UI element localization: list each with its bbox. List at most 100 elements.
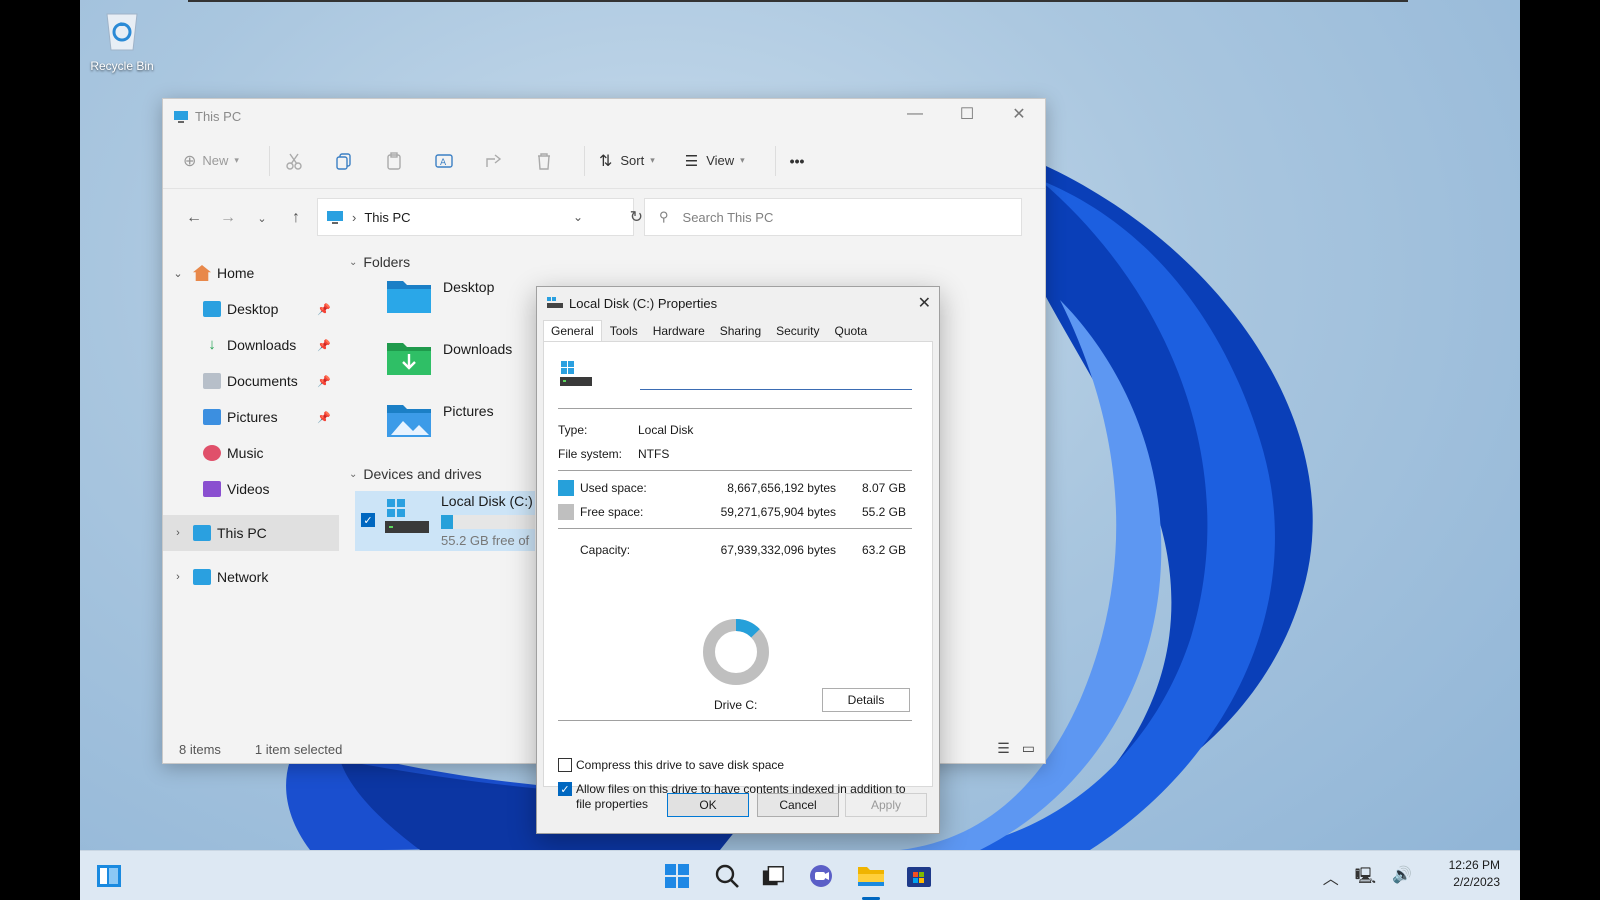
address-dropdown-icon[interactable]: ⌄ (573, 210, 583, 224)
sidebar-item-label: Desktop (227, 301, 279, 317)
close-icon[interactable]: ✕ (918, 293, 931, 313)
recycle-bin[interactable]: Recycle Bin (86, 8, 158, 73)
folder-label: Desktop (443, 279, 495, 295)
free-space-row: Free space: 59,271,675,904 bytes 55.2 GB (558, 502, 912, 522)
drive-usage-fill (441, 515, 454, 529)
more-options-button[interactable]: ••• (790, 153, 805, 169)
selection-checkbox[interactable]: ✓ (361, 513, 375, 527)
show-hidden-icons-chevron-icon[interactable]: ︿ (1323, 865, 1339, 892)
back-arrow-icon[interactable]: ← (177, 209, 211, 227)
compress-checkbox-row[interactable]: Compress this drive to save disk space (558, 758, 908, 772)
music-icon (203, 445, 221, 461)
new-button[interactable]: ⊕ New ▾ (183, 151, 239, 171)
maximize-icon[interactable]: ☐ (941, 99, 993, 129)
delete-button[interactable] (534, 151, 554, 171)
tab-security[interactable]: Security (769, 321, 826, 341)
compress-label: Compress this drive to save disk space (576, 758, 785, 772)
drive-free-text: 55.2 GB free of (441, 533, 530, 548)
clock[interactable]: 12:26 PM 2/2/2023 (1449, 857, 1500, 891)
address-bar[interactable]: › This PC ⌄ ↻ (317, 198, 643, 236)
paste-button[interactable] (384, 151, 404, 171)
capacity-row: Capacity: 67,939,332,096 bytes 63.2 GB (558, 540, 912, 560)
sort-button[interactable]: ⇅ Sort ▾ (599, 151, 655, 171)
share-button[interactable] (484, 151, 504, 171)
sidebar-item-videos[interactable]: Videos (163, 471, 339, 507)
used-space-row: Used space: 8,667,656,192 bytes 8.07 GB (558, 478, 912, 498)
compress-checkbox[interactable] (558, 758, 572, 772)
network-icon[interactable]: 🖳 (1355, 865, 1376, 892)
index-checkbox[interactable]: ✓ (558, 782, 572, 796)
network-icon (193, 569, 211, 585)
search-box[interactable]: ⚲ Search This PC (644, 198, 1022, 236)
task-view-icon[interactable] (758, 861, 788, 891)
widgets-icon[interactable] (94, 861, 124, 891)
start-icon[interactable] (662, 861, 692, 891)
up-arrow-icon[interactable]: ↑ (279, 209, 313, 227)
search-icon[interactable] (712, 861, 742, 891)
home-icon (193, 265, 211, 281)
explorer-title: This PC (195, 108, 242, 124)
tab-quota[interactable]: Quota (827, 321, 874, 341)
recent-locations-chevron-icon[interactable]: ⌄ (245, 212, 279, 225)
separator (583, 145, 585, 176)
sidebar-item-label: Pictures (227, 409, 278, 425)
free-color-swatch (558, 504, 574, 520)
taskbar: ︿ 🖳 🔊 12:26 PM 2/2/2023 (80, 850, 1520, 900)
cancel-button[interactable]: Cancel (757, 793, 839, 817)
capacity-gb: 63.2 GB (861, 543, 906, 557)
rename-button[interactable]: A (434, 151, 454, 171)
expand-chevron-icon[interactable]: › (163, 527, 193, 539)
cut-button[interactable] (284, 151, 304, 171)
volume-label-input[interactable] (640, 364, 912, 390)
sidebar-item-downloads[interactable]: ↓ Downloads 📌 (163, 327, 339, 363)
volume-icon[interactable]: 🔊 (1392, 865, 1412, 892)
minimize-icon[interactable]: — (889, 99, 941, 129)
refresh-icon[interactable]: ↻ (630, 207, 643, 227)
file-explorer-icon[interactable] (856, 861, 886, 891)
view-switcher: ☰ ▭ (997, 740, 1035, 757)
sidebar-item-label: Music (227, 445, 264, 461)
drive-item-c[interactable]: ✓ Local Disk (C:) 55.2 GB free of (355, 491, 535, 551)
ok-button[interactable]: OK (667, 793, 749, 817)
sidebar-item-network[interactable]: › Network (163, 559, 339, 595)
folder-label: Downloads (443, 341, 513, 357)
tab-sharing[interactable]: Sharing (713, 321, 768, 341)
sidebar-item-pictures[interactable]: Pictures 📌 (163, 399, 339, 435)
disk-usage-donut (703, 619, 769, 685)
apply-button[interactable]: Apply (845, 793, 927, 817)
sidebar-item-home[interactable]: ⌄ Home (163, 255, 339, 291)
drive-usage-bar (441, 515, 535, 529)
close-icon[interactable]: ✕ (993, 99, 1045, 129)
tab-tools[interactable]: Tools (603, 321, 645, 341)
status-bar: 8 items 1 item selected (179, 742, 342, 757)
details-button[interactable]: Details (822, 688, 910, 712)
tab-general[interactable]: General (543, 320, 602, 341)
expand-chevron-icon[interactable]: ⌄ (163, 267, 193, 280)
drive-name: Local Disk (C:) (441, 493, 533, 509)
selection-count: 1 item selected (254, 742, 343, 757)
chat-icon[interactable] (806, 861, 836, 891)
pictures-folder-icon (387, 405, 431, 437)
drive-caption: Drive C: (714, 698, 758, 712)
forward-arrow-icon[interactable]: → (211, 209, 245, 227)
tab-hardware[interactable]: Hardware (646, 321, 712, 341)
tiles-view-icon[interactable]: ▭ (1022, 740, 1035, 757)
used-bytes: 8,667,656,192 bytes (727, 481, 836, 495)
copy-button[interactable] (334, 151, 354, 171)
search-placeholder: Search This PC (682, 209, 774, 225)
sidebar-item-desktop[interactable]: Desktop 📌 (163, 291, 339, 327)
view-button[interactable]: ☰ View ▾ (685, 152, 745, 170)
expand-chevron-icon[interactable]: › (163, 571, 193, 583)
file-system-value: NTFS (638, 447, 670, 461)
details-view-icon[interactable]: ☰ (997, 740, 1010, 757)
folders-group-header[interactable]: ⌄ Folders (345, 249, 1045, 275)
dialog-titlebar[interactable]: Local Disk (C:) Properties (537, 287, 939, 319)
sort-label: Sort (620, 153, 645, 168)
rename-icon: A (435, 153, 453, 168)
sidebar-item-this-pc[interactable]: › This PC (163, 515, 339, 551)
documents-icon (203, 373, 221, 389)
sidebar-item-documents[interactable]: Documents 📌 (163, 363, 339, 399)
store-icon[interactable] (904, 861, 934, 891)
sidebar-item-music[interactable]: Music (163, 435, 339, 471)
general-tab-panel: Type: Local Disk File system: NTFS Used … (543, 341, 933, 811)
